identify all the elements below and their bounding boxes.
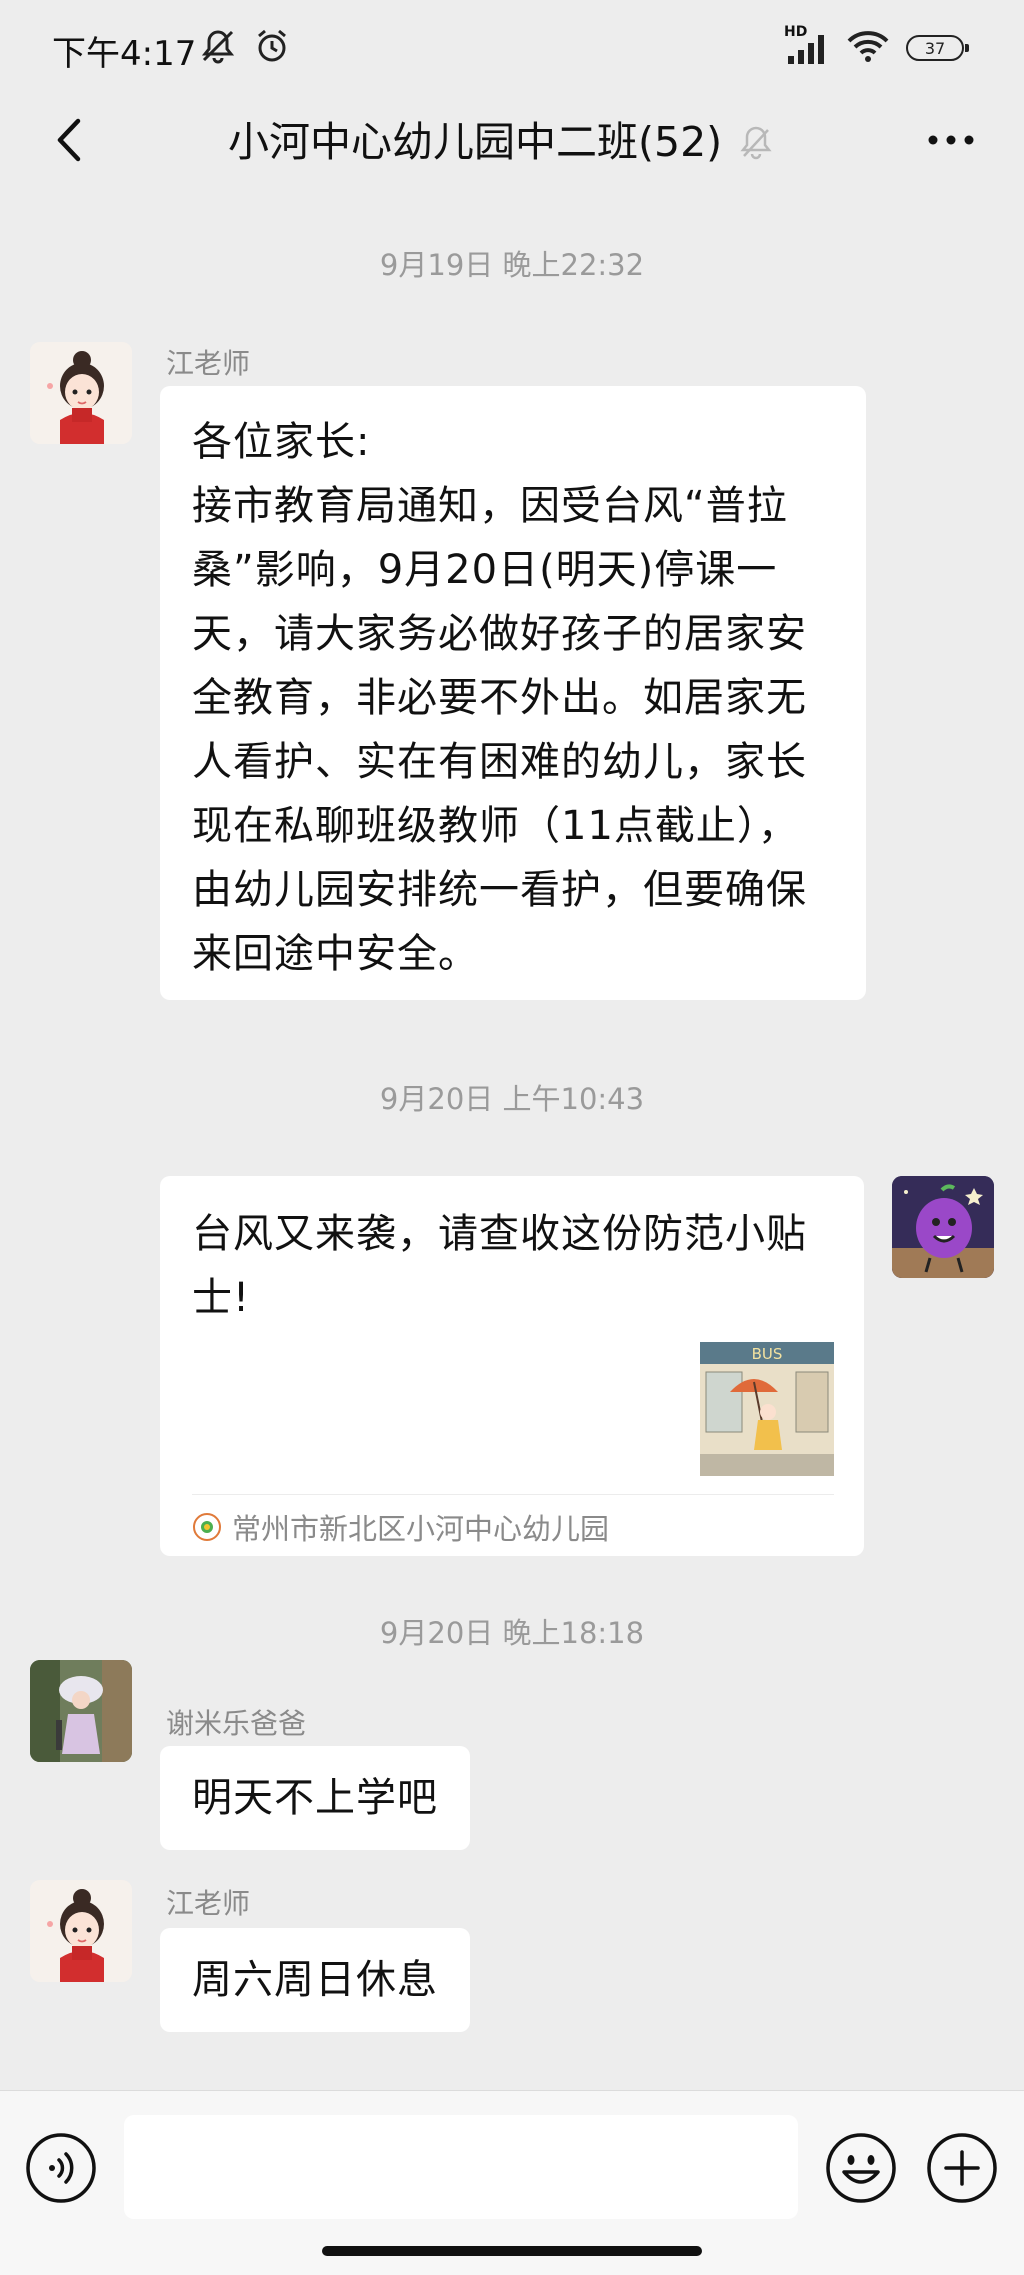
chat-header: 小河中心幼儿园中二班(52)	[228, 112, 776, 172]
message-text: 各位家长: 接市教育局通知，因受台风“普拉桑”影响，9月20日(明天)停课一天，…	[192, 419, 807, 977]
message-bubble[interactable]: 各位家长: 接市教育局通知，因受台风“普拉桑”影响，9月20日(明天)停课一天，…	[160, 386, 866, 1000]
plus-button[interactable]	[925, 2131, 999, 2205]
voice-icon	[26, 2133, 96, 2203]
sender-name: 江老师	[166, 1887, 251, 1920]
emoji-button[interactable]	[824, 2131, 898, 2205]
more-button[interactable]	[916, 110, 986, 170]
avatar-grape-icon	[892, 1176, 994, 1278]
link-card-source-name: 常州市新北区小河中心幼儿园	[232, 1512, 610, 1546]
back-arrow-icon	[57, 118, 81, 162]
parent-avatar[interactable]	[30, 1660, 132, 1762]
more-dots-icon	[928, 135, 974, 145]
mute-icon	[198, 26, 238, 70]
emoji-icon	[826, 2133, 896, 2203]
status-icons-right: HD 37	[784, 24, 969, 68]
message-timestamp: 9月20日 上午10:43	[379, 1082, 645, 1116]
home-indicator[interactable]	[322, 2246, 702, 2256]
status-icons-left	[198, 26, 292, 70]
link-card-thumbnail: BUS	[700, 1342, 834, 1476]
link-card[interactable]: 台风又来袭，请查收这份防范小贴士! BUS 常州市新北区小河中心幼儿园	[160, 1176, 864, 1556]
kindergarten-logo-icon	[193, 1513, 221, 1541]
avatar-child-photo-icon	[30, 1660, 132, 1762]
thumbnail-bus-text: BUS	[752, 1345, 783, 1363]
link-card-source: 常州市新北区小河中心幼儿园	[192, 1506, 609, 1548]
bell-muted-icon	[740, 126, 772, 160]
teacher-avatar[interactable]	[30, 1880, 132, 1982]
teacher-avatar[interactable]	[30, 342, 132, 444]
status-time: 下午4:17	[52, 34, 197, 74]
message-timestamp: 9月19日 晚上22:32	[379, 248, 645, 282]
avatar-girl-icon	[30, 1880, 132, 1982]
signal-icon: HD	[784, 24, 830, 66]
message-input[interactable]	[124, 2115, 798, 2219]
chat-title: 小河中心幼儿园中二班(52)	[228, 118, 723, 166]
plus-icon	[927, 2133, 997, 2203]
status-bar: 下午4:17 HD 37	[0, 0, 1024, 100]
my-avatar[interactable]	[892, 1176, 994, 1278]
sender-name: 谢米乐爸爸	[166, 1707, 307, 1740]
sender-name: 江老师	[166, 347, 251, 380]
wifi-icon	[846, 28, 890, 68]
back-button[interactable]	[40, 110, 100, 170]
message-timestamp: 9月20日 晚上18:18	[379, 1616, 645, 1650]
message-text: 周六周日休息	[192, 1957, 438, 2003]
battery-icon: 37	[906, 35, 969, 61]
alarm-icon	[252, 26, 292, 70]
message-bubble[interactable]: 周六周日休息	[160, 1928, 470, 2032]
voice-button[interactable]	[24, 2131, 98, 2205]
link-card-divider	[192, 1494, 834, 1495]
message-bubble[interactable]: 明天不上学吧	[160, 1746, 470, 1850]
link-card-title: 台风又来袭，请查收这份防范小贴士!	[192, 1211, 807, 1321]
message-text: 明天不上学吧	[192, 1775, 438, 1821]
avatar-girl-icon	[30, 342, 132, 444]
